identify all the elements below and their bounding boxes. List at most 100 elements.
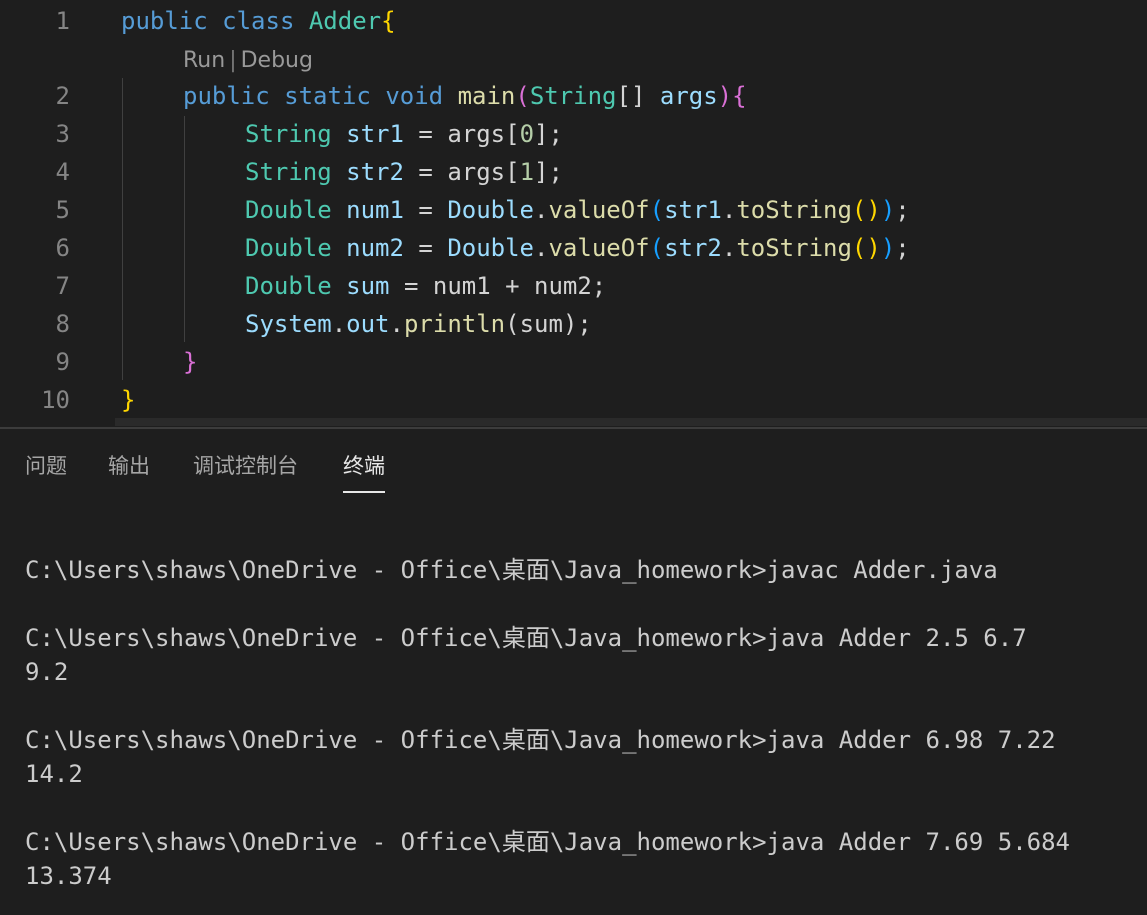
operator: = xyxy=(403,234,448,262)
operator: = xyxy=(403,158,448,186)
operator: = xyxy=(403,196,448,224)
operator: = xyxy=(403,120,448,148)
dot: . xyxy=(721,234,737,262)
bracket: ( xyxy=(649,234,665,262)
function-name: println xyxy=(403,310,506,338)
run-codelens-link[interactable]: Run xyxy=(183,48,225,73)
code-line-9: } xyxy=(183,343,197,381)
dot: . xyxy=(534,234,549,262)
horizontal-scrollbar[interactable] xyxy=(115,418,1147,426)
code-line-3: String str1 = args[0]; xyxy=(245,115,563,153)
class-ref: Double xyxy=(447,196,535,224)
dot: . xyxy=(331,310,347,338)
semicolon: ; xyxy=(577,310,592,338)
type-name: String xyxy=(245,120,332,148)
tab-terminal[interactable]: 终端 xyxy=(343,449,385,493)
code-line-5: Double num1 = Double.valueOf(str1.toStri… xyxy=(245,191,910,229)
terminal-line: C:\Users\shaws\OneDrive - Office\桌面\Java… xyxy=(25,624,1027,652)
bracket: ] xyxy=(534,120,549,148)
function-name: toString xyxy=(736,234,852,262)
tab-debug-console[interactable]: 调试控制台 xyxy=(193,449,298,483)
code-line-4: String str2 = args[1]; xyxy=(245,153,563,191)
bracket: [ xyxy=(505,120,520,148)
bracket: [ xyxy=(505,158,520,186)
line-number: 6 xyxy=(55,234,70,262)
class-ref: Double xyxy=(447,234,535,262)
terminal-output: 14.2 xyxy=(25,760,83,788)
line-number: 1 xyxy=(55,7,70,35)
type-name: String xyxy=(245,158,332,186)
number-literal: 1 xyxy=(519,158,535,186)
type-name: Double xyxy=(245,196,332,224)
codelens-separator: | xyxy=(229,48,237,73)
bracket: } xyxy=(121,386,136,414)
function-name: valueOf xyxy=(548,234,650,262)
variable: str2 xyxy=(664,234,722,262)
variable: num1 xyxy=(346,196,404,224)
terminal-output: 13.374 xyxy=(25,862,112,890)
bracket: ( xyxy=(505,310,520,338)
dot: . xyxy=(534,196,549,224)
terminal-output: 9.2 xyxy=(25,658,69,686)
line-number: 10 xyxy=(41,386,70,414)
bracket: () xyxy=(851,234,881,262)
semicolon: ; xyxy=(548,158,563,186)
variable: args xyxy=(447,120,506,148)
line-number: 8 xyxy=(55,310,70,338)
code-line-6: Double num2 = Double.valueOf(str2.toStri… xyxy=(245,229,910,267)
line-number: 4 xyxy=(55,158,70,186)
keyword: class xyxy=(222,7,295,35)
bracket: { xyxy=(732,82,747,110)
parameter: args xyxy=(659,82,718,110)
function-name: valueOf xyxy=(548,196,650,224)
bracket: ) xyxy=(880,234,896,262)
keyword: public xyxy=(121,7,208,35)
bracket: ) xyxy=(880,196,896,224)
code-line-10: } xyxy=(121,381,135,419)
array-brackets: [] xyxy=(616,82,646,110)
keyword: void xyxy=(385,82,444,110)
semicolon: ; xyxy=(895,234,910,262)
variable: sum xyxy=(346,272,390,300)
semicolon: ; xyxy=(895,196,910,224)
codelens: Run | Debug xyxy=(183,44,313,78)
bracket: ] xyxy=(534,158,549,186)
debug-codelens-link[interactable]: Debug xyxy=(241,48,313,73)
bracket: } xyxy=(183,348,198,376)
keyword: static xyxy=(284,82,371,110)
function-name: toString xyxy=(736,196,852,224)
variable: sum xyxy=(519,310,563,338)
keyword: public xyxy=(183,82,270,110)
line-number: 3 xyxy=(55,120,70,148)
variable: str1 xyxy=(664,196,722,224)
number-literal: 0 xyxy=(519,120,535,148)
expression: = num1 + num2; xyxy=(389,272,607,300)
line-number: 9 xyxy=(55,348,70,376)
indent-guide xyxy=(122,78,123,380)
tab-output[interactable]: 输出 xyxy=(108,449,150,483)
code-line-8: System.out.println(sum); xyxy=(245,305,592,343)
variable: str2 xyxy=(346,158,404,186)
class-name: Adder xyxy=(308,7,382,35)
terminal-line: C:\Users\shaws\OneDrive - Office\桌面\Java… xyxy=(25,828,1070,856)
code-line-1: public class Adder{ xyxy=(121,2,396,40)
variable: str1 xyxy=(346,120,404,148)
bracket: () xyxy=(851,196,881,224)
bracket: ( xyxy=(515,82,530,110)
function-name: main xyxy=(457,82,516,110)
line-number: 2 xyxy=(55,82,70,110)
terminal-line: C:\Users\shaws\OneDrive - Office\桌面\Java… xyxy=(25,726,1056,754)
variable: args xyxy=(447,158,506,186)
type-name: Double xyxy=(245,234,332,262)
bottom-panel: 问题 输出 调试控制台 终端 C:\Users\shaws\OneDrive -… xyxy=(0,429,1147,915)
semicolon: ; xyxy=(548,120,563,148)
bracket: ) xyxy=(562,310,578,338)
bracket: ) xyxy=(717,82,733,110)
field: out xyxy=(346,310,390,338)
bracket: { xyxy=(381,7,396,35)
tab-problems[interactable]: 问题 xyxy=(25,449,67,483)
code-editor[interactable]: 1 2 3 4 5 6 7 8 9 10 public class Adder{… xyxy=(0,0,1147,420)
terminal-line: C:\Users\shaws\OneDrive - Office\桌面\Java… xyxy=(25,556,998,584)
line-number: 7 xyxy=(55,272,70,300)
dot: . xyxy=(389,310,404,338)
